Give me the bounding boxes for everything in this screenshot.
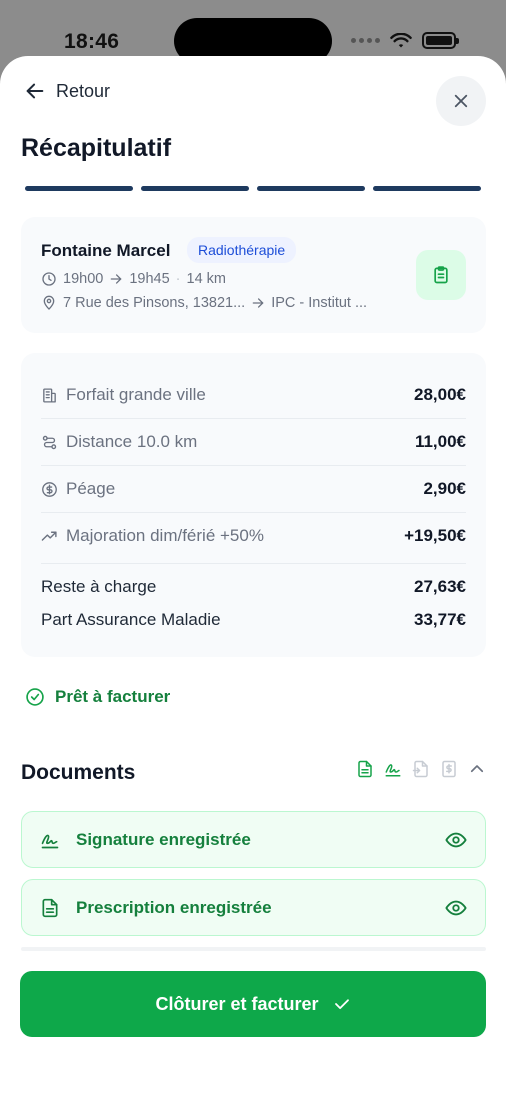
- route-icon: [42, 435, 57, 449]
- clipboard-icon: [434, 266, 448, 284]
- arrow-right-icon: [252, 298, 264, 308]
- ready-status: Prêt à facturer: [25, 687, 170, 707]
- arrow-left-icon: [26, 83, 44, 99]
- arrow-right-icon: [111, 274, 122, 284]
- start-time: 19h00: [63, 271, 104, 287]
- price-amount: +19,50€: [404, 526, 466, 545]
- origin-address: 7 Rue des Pinsons, 13821...: [63, 295, 246, 311]
- divider: [41, 563, 466, 564]
- scroll-divider: [21, 947, 486, 951]
- total-amount: 33,77€: [414, 610, 466, 629]
- back-button[interactable]: Retour: [24, 80, 110, 102]
- price-amount: 2,90€: [423, 479, 466, 498]
- clock-icon: [42, 272, 56, 286]
- patient-card: Fontaine Marcel Radiothérapie 19h00 19h4…: [21, 217, 486, 333]
- progress-step: [141, 186, 249, 191]
- progress-step: [373, 186, 481, 191]
- wifi-icon: [390, 32, 412, 47]
- check-circle-icon: [26, 688, 44, 706]
- documents-status-icons: [356, 760, 486, 778]
- price-amount: 28,00€: [414, 385, 466, 404]
- total-row: Reste à charge 27,63€: [41, 577, 466, 597]
- eye-icon[interactable]: [445, 897, 467, 919]
- trending-up-icon: [41, 531, 57, 541]
- total-label: Part Assurance Maladie: [41, 610, 221, 629]
- status-time: 18:46: [64, 30, 120, 53]
- documents-title: Documents: [21, 761, 136, 784]
- total-amount: 27,63€: [414, 577, 466, 596]
- signature-document[interactable]: Signature enregistrée: [21, 811, 486, 868]
- battery-icon: [422, 32, 459, 49]
- progress-steps: [25, 186, 481, 191]
- destination-address: IPC - Institut ...: [271, 295, 368, 311]
- cta-label: Clôturer et facturer: [155, 993, 319, 1014]
- status-bar: 18:46: [0, 0, 506, 64]
- price-label: Péage: [66, 479, 116, 498]
- price-label: Forfait grande ville: [66, 385, 206, 404]
- close-icon: [454, 94, 468, 108]
- end-time: 19h45: [129, 271, 170, 287]
- patient-documents-button[interactable]: [416, 250, 466, 300]
- check-icon: [334, 999, 349, 1010]
- eye-icon[interactable]: [445, 829, 467, 851]
- file-transfer-icon: [412, 760, 430, 778]
- prescription-document[interactable]: Prescription enregistrée: [21, 879, 486, 936]
- price-label: Distance 10.0 km: [66, 432, 198, 451]
- dollar-circle-icon: [42, 481, 57, 497]
- signal-icon: [351, 38, 380, 43]
- total-label: Reste à charge: [41, 577, 157, 596]
- trip-distance: 14 km: [186, 271, 227, 287]
- recap-sheet: Retour Récapitulatif Fontaine Marcel Rad…: [0, 56, 506, 1100]
- chevron-up-icon[interactable]: [468, 760, 486, 778]
- price-amount: 11,00€: [414, 432, 466, 451]
- page-title: Récapitulatif: [21, 134, 172, 162]
- ready-label: Prêt à facturer: [55, 687, 171, 706]
- price-line: Distance 10.0 km 11,00€: [41, 419, 466, 465]
- file-text-icon: [356, 760, 374, 778]
- progress-step: [25, 186, 133, 191]
- patient-name: Fontaine Marcel: [41, 241, 171, 260]
- pricing-card: Forfait grande ville 28,00€ Distance 10.…: [21, 353, 486, 657]
- price-line: Forfait grande ville 28,00€: [41, 372, 466, 418]
- trip-address-row: 7 Rue des Pinsons, 13821... IPC - Instit…: [41, 295, 367, 311]
- signature-icon: [41, 834, 59, 848]
- status-icons: [351, 32, 459, 49]
- document-label: Signature enregistrée: [76, 829, 251, 849]
- close-button[interactable]: [436, 76, 486, 126]
- document-label: Prescription enregistrée: [76, 897, 272, 917]
- price-line: Péage 2,90€: [41, 466, 466, 512]
- trip-time-row: 19h00 19h45 · 14 km: [41, 271, 226, 287]
- total-row: Part Assurance Maladie 33,77€: [41, 610, 466, 630]
- price-label: Majoration dim/férié +50%: [66, 526, 264, 545]
- signature-icon: [384, 760, 402, 778]
- map-pin-icon: [43, 295, 55, 310]
- price-line: Majoration dim/férié +50% +19,50€: [41, 513, 466, 559]
- invoice-icon: [440, 760, 458, 778]
- service-badge: Radiothérapie: [187, 237, 297, 263]
- file-text-icon: [42, 898, 58, 917]
- back-label: Retour: [56, 80, 111, 101]
- meta-dot: ·: [175, 271, 181, 287]
- progress-step: [257, 186, 365, 191]
- building-icon: [43, 387, 56, 403]
- close-and-invoice-button[interactable]: Clôturer et facturer: [20, 971, 486, 1037]
